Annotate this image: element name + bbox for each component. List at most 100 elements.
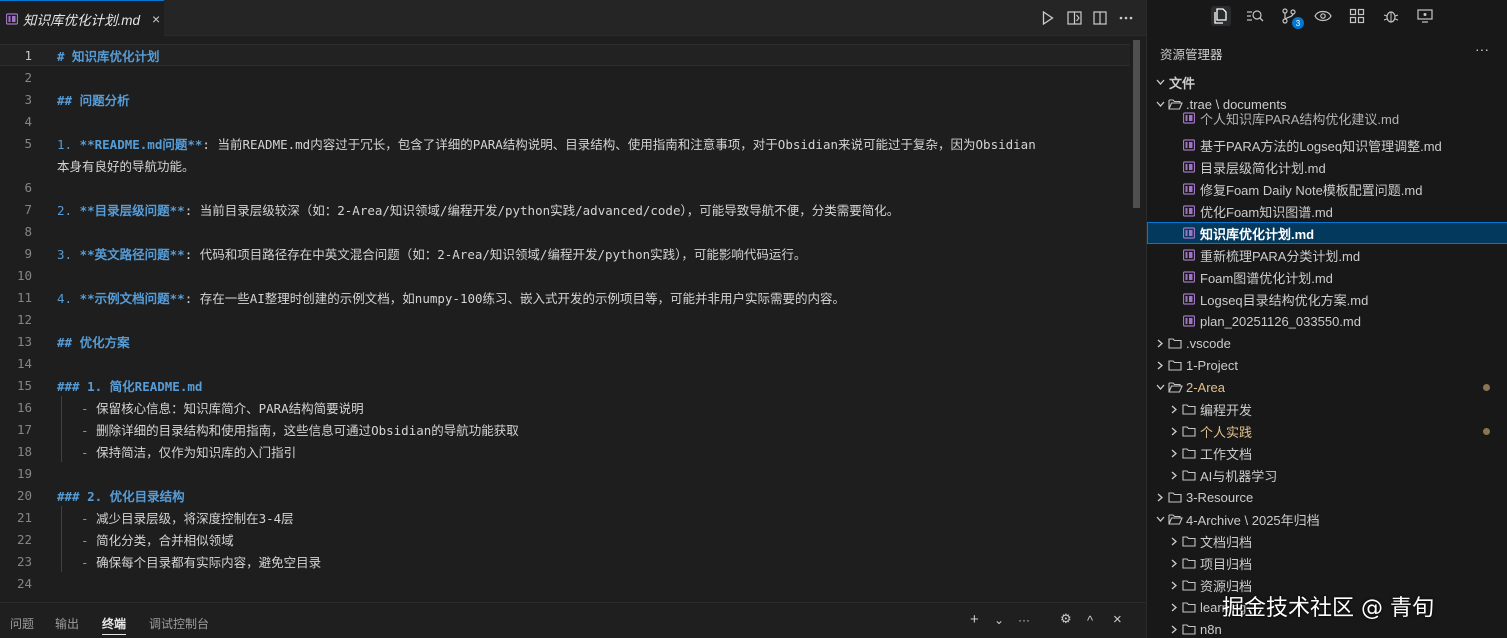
code-line[interactable]: 8 bbox=[0, 220, 1130, 242]
code-editor[interactable]: 1 # 知识库优化计划 2 3 ## 问题分析 4 5 1. **README.md问题**:… bbox=[0, 44, 1130, 600]
chevron-right-icon[interactable] bbox=[1153, 493, 1167, 502]
tree-file-item[interactable]: plan_20251126_033550.md bbox=[1147, 310, 1507, 332]
chevron-right-icon[interactable] bbox=[1153, 361, 1167, 370]
text-run: : 当前README.md内容过于冗长，包含了详细的PARA结构说明、目录结构、… bbox=[202, 136, 1036, 152]
chevron-right-icon[interactable] bbox=[1167, 581, 1181, 590]
tree-folder-item[interactable]: 文件 bbox=[1147, 71, 1507, 93]
extensions-icon[interactable] bbox=[1347, 6, 1367, 26]
tree-file-item[interactable]: 目录层级简化计划.md bbox=[1147, 156, 1507, 178]
close-panel-icon[interactable]: × bbox=[1113, 611, 1122, 628]
code-line[interactable]: 11 4. **示例文档问题**: 存在一些AI整理时创建的示例文档，如numpy… bbox=[0, 286, 1130, 308]
code-line[interactable]: 19 bbox=[0, 462, 1130, 484]
code-line[interactable]: 14 bbox=[0, 352, 1130, 374]
tree-file-item[interactable]: 重新梳理PARA分类计划.md bbox=[1147, 244, 1507, 266]
tree-folder-item[interactable]: 文档归档 bbox=[1147, 530, 1507, 552]
chevron-down-icon[interactable] bbox=[1153, 516, 1167, 522]
panel-tab-output[interactable]: 输出 bbox=[55, 615, 79, 632]
tree-folder-item[interactable]: AI与机器学习 bbox=[1147, 464, 1507, 486]
code-line[interactable]: 16 - 保留核心信息：知识库简介、PARA结构简要说明 bbox=[0, 396, 1130, 418]
tree-folder-item[interactable]: 3-Resource bbox=[1147, 486, 1507, 508]
code-line[interactable]: 17 - 删除详细的目录结构和使用指南，这些信息可通过Obsidian的导航功能获… bbox=[0, 418, 1130, 440]
tree-folder-item[interactable]: .vscode bbox=[1147, 332, 1507, 354]
tree-file-item[interactable]: 知识库优化计划.md bbox=[1147, 222, 1507, 244]
code-line[interactable]: 23 - 确保每个目录都有实际内容，避免空目录 bbox=[0, 550, 1130, 572]
chevron-right-icon[interactable] bbox=[1167, 559, 1181, 568]
code-line[interactable]: 9 3. **英文路径问题**: 代码和项目路径存在中英文混合问题（如：2-Are… bbox=[0, 242, 1130, 264]
chevron-right-icon[interactable] bbox=[1167, 603, 1181, 612]
chevron-right-icon[interactable] bbox=[1167, 405, 1181, 414]
run-icon[interactable] bbox=[1040, 10, 1056, 26]
code-line[interactable]: 6 bbox=[0, 176, 1130, 198]
tree-folder-item[interactable]: 编程开发 bbox=[1147, 398, 1507, 420]
code-line[interactable]: 21 - 减少目录层级，将深度控制在3-4层 bbox=[0, 506, 1130, 528]
editor-tab-bar: 知识库优化计划.md × bbox=[0, 0, 1146, 36]
markdown-heading: ## 问题分析 bbox=[57, 92, 130, 108]
chevron-down-icon[interactable] bbox=[1153, 384, 1167, 390]
tree-folder-item[interactable]: 项目归档 bbox=[1147, 552, 1507, 574]
source-control-icon[interactable]: 3 bbox=[1279, 6, 1304, 29]
explorer-more-icon[interactable]: ··· bbox=[1475, 41, 1489, 57]
editor-tab-label: 知识库优化计划.md bbox=[23, 12, 141, 28]
explorer-icon[interactable] bbox=[1211, 6, 1231, 26]
close-icon[interactable]: × bbox=[152, 11, 160, 27]
maximize-panel-icon[interactable]: ^ bbox=[1087, 613, 1093, 628]
code-line[interactable]: 4 bbox=[0, 110, 1130, 132]
chevron-right-icon[interactable] bbox=[1167, 427, 1181, 436]
tree-folder-item[interactable]: 个人实践 bbox=[1147, 420, 1507, 442]
editor-tab-active[interactable]: 知识库优化计划.md × bbox=[0, 0, 164, 36]
more-actions-icon[interactable] bbox=[1118, 10, 1134, 26]
code-line[interactable]: 20 ### 2. 优化目录结构 bbox=[0, 484, 1130, 506]
open-preview-side-icon[interactable] bbox=[1066, 10, 1082, 26]
tree-file-item[interactable]: Logseq目录结构优化方案.md bbox=[1147, 288, 1507, 310]
code-line[interactable]: 3 ## 问题分析 bbox=[0, 88, 1130, 110]
tree-item-label: 修复Foam Daily Note模板配置问题.md bbox=[1200, 182, 1423, 198]
code-line[interactable]: 5 1. **README.md问题**: 当前README.md内容过于冗长，包… bbox=[0, 132, 1130, 154]
tree-folder-item[interactable]: 工作文档 bbox=[1147, 442, 1507, 464]
code-line[interactable]: 12 bbox=[0, 308, 1130, 330]
editor-scrollbar[interactable] bbox=[1130, 36, 1144, 602]
markdown-bold: **英文路径问题** bbox=[79, 246, 185, 262]
line-text: - 删除详细的目录结构和使用指南，这些信息可通过Obsidian的导航功能获取 bbox=[81, 420, 519, 439]
panel-tab-debug-console[interactable]: 调试控制台 bbox=[149, 615, 209, 632]
markdown-file-icon bbox=[1181, 227, 1197, 239]
code-line[interactable]: 24 bbox=[0, 572, 1130, 594]
tree-folder-item[interactable]: 1-Project bbox=[1147, 354, 1507, 376]
search-icon[interactable] bbox=[1245, 6, 1265, 26]
panel-tab-problems[interactable]: 问题 bbox=[10, 615, 34, 632]
chevron-right-icon[interactable] bbox=[1167, 625, 1181, 634]
editor-scrollbar-thumb[interactable] bbox=[1133, 40, 1140, 208]
code-line[interactable]: 1 # 知识库优化计划 bbox=[0, 44, 1130, 66]
chevron-right-icon[interactable] bbox=[1167, 471, 1181, 480]
code-line[interactable]: 2 bbox=[0, 66, 1130, 88]
code-line[interactable]: 10 bbox=[0, 264, 1130, 286]
settings-icon[interactable]: ⚙ bbox=[1060, 611, 1072, 627]
tree-file-item[interactable]: 基于PARA方法的Logseq知识管理调整.md bbox=[1147, 134, 1507, 156]
new-terminal-icon[interactable]: + bbox=[970, 611, 979, 628]
line-text: ### 1. 简化README.md bbox=[57, 376, 202, 395]
code-line[interactable]: 7 2. **目录层级问题**: 当前目录层级较深（如：2-Area/知识领域/编… bbox=[0, 198, 1130, 220]
panel-more-icon[interactable]: ··· bbox=[1018, 613, 1030, 627]
tree-file-item[interactable]: Foam图谱优化计划.md bbox=[1147, 266, 1507, 288]
markdown-bold: **示例文档问题** bbox=[79, 290, 185, 306]
code-line[interactable]: 22 - 简化分类，合并相似领域 bbox=[0, 528, 1130, 550]
chevron-right-icon[interactable] bbox=[1167, 537, 1181, 546]
panel-tab-terminal[interactable]: 终端 bbox=[102, 615, 127, 635]
tree-folder-item[interactable]: 4-Archive \ 2025年归档 bbox=[1147, 508, 1507, 530]
code-line[interactable]: 13 ## 优化方案 bbox=[0, 330, 1130, 352]
code-line[interactable]: 本身有良好的导航功能。 bbox=[0, 154, 1130, 176]
tree-folder-item[interactable]: 2-Area bbox=[1147, 376, 1507, 398]
remote-icon[interactable] bbox=[1415, 6, 1435, 26]
code-line[interactable]: 18 - 保持简洁，仅作为知识库的入门指引 bbox=[0, 440, 1130, 462]
tree-file-item[interactable]: 优化Foam知识图谱.md bbox=[1147, 200, 1507, 222]
tree-file-item[interactable]: 个人知识库PARA结构优化建议.md bbox=[1147, 107, 1507, 129]
chevron-right-icon[interactable] bbox=[1167, 449, 1181, 458]
preview-icon[interactable] bbox=[1313, 6, 1333, 26]
chevron-right-icon[interactable] bbox=[1153, 339, 1167, 348]
text-run: : 当前目录层级较深（如：2-Area/知识领域/编程开发/python实践/a… bbox=[184, 202, 900, 218]
chevron-down-icon[interactable] bbox=[1153, 79, 1167, 85]
debug-icon[interactable] bbox=[1381, 6, 1401, 26]
chevron-down-icon[interactable]: ⌄ bbox=[994, 613, 1004, 627]
split-editor-icon[interactable] bbox=[1092, 10, 1108, 26]
tree-file-item[interactable]: 修复Foam Daily Note模板配置问题.md bbox=[1147, 178, 1507, 200]
code-line[interactable]: 15 ### 1. 简化README.md bbox=[0, 374, 1130, 396]
